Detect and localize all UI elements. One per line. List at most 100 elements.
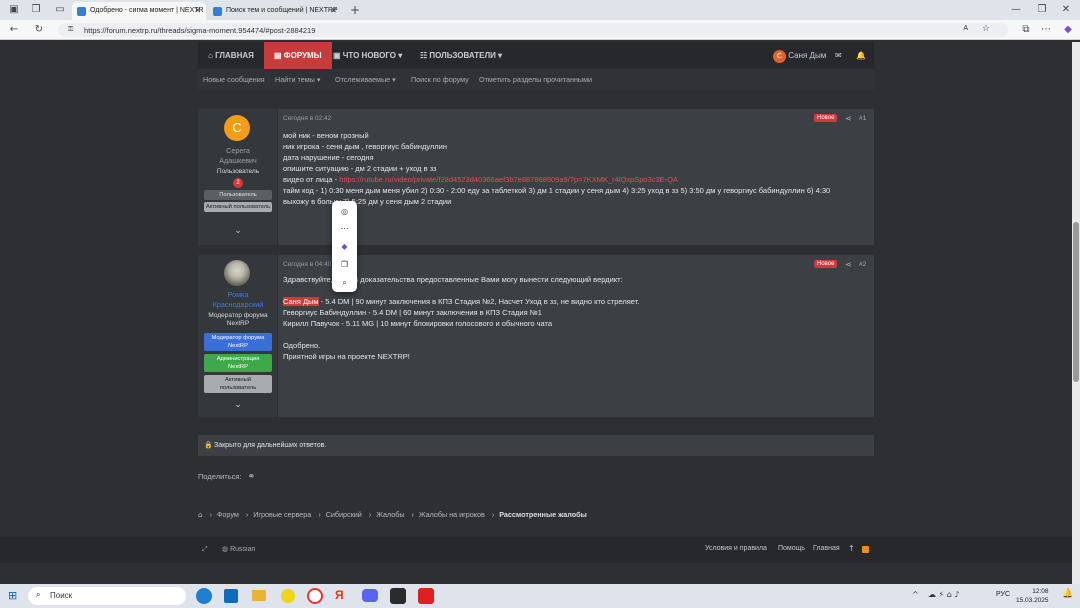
tab-actions-icon[interactable]: ▭ (54, 4, 66, 16)
game-launcher-icon[interactable] (390, 588, 406, 604)
page-scrollbar[interactable] (1072, 42, 1080, 584)
video-link[interactable]: https://rutube.ru/video/private/f28d4523… (339, 175, 678, 184)
edge-icon[interactable] (196, 588, 212, 604)
app-icon-yellow[interactable] (281, 589, 295, 603)
alerts-bell-icon[interactable]: 🔔 (856, 42, 866, 69)
yandex-icon[interactable]: Я (335, 588, 344, 602)
user-banner-active: Активный пользователь (204, 375, 272, 393)
share-link-icon[interactable]: ⚭ (248, 472, 256, 482)
read-aloud-icon[interactable]: A (963, 25, 968, 32)
post-date[interactable]: Сегодня в 02:42 (283, 115, 331, 122)
share-icon[interactable]: ⋖ (845, 114, 852, 123)
subnav-new-posts[interactable]: Новые сообщения (203, 69, 265, 91)
rss-icon[interactable] (862, 546, 869, 553)
breadcrumb-item[interactable]: Жалобы (376, 510, 404, 519)
favorite-star-icon[interactable]: ☆ (982, 24, 990, 34)
notifications-icon[interactable]: 🔔 (1062, 589, 1073, 599)
subnav-mark-read[interactable]: Отметить разделы прочитанными (479, 69, 592, 91)
site-favicon (213, 7, 222, 16)
copilot-icon[interactable]: ◆ (1062, 24, 1074, 36)
expand-userbox-chevron-icon[interactable]: ⌄ (198, 226, 278, 236)
user-badge-count[interactable]: 2 (233, 178, 243, 188)
author-name[interactable]: Серега Адашкевич (198, 146, 278, 166)
close-tab-icon[interactable]: ✕ (194, 6, 201, 15)
windows-taskbar: ⊞ ⌕ Поиск Я ^ ☁ ⚡ ⌂ ♪ РУС 12:08 15.03.20… (0, 584, 1080, 608)
back-icon[interactable]: ← (8, 24, 20, 36)
browser-menu-icon[interactable]: ⋯ (1040, 24, 1052, 36)
reload-icon[interactable]: ↻ (33, 24, 45, 36)
site-info-icon[interactable]: ⚿ (68, 25, 73, 34)
language-chooser[interactable]: ◍ Russian (222, 545, 255, 553)
clock-time: 12:08 (1032, 588, 1049, 595)
collections-icon[interactable]: ❐ (30, 4, 42, 16)
nav-users[interactable]: ☷ ПОЛЬЗОВАТЕЛИ ▾ (420, 42, 502, 69)
footer-terms-link[interactable]: Условия и правила (705, 545, 767, 552)
copy-icon[interactable]: ❐ (332, 260, 357, 269)
account-menu[interactable]: С Саня Дым (773, 42, 826, 69)
nav-whats-new[interactable]: ▣ ЧТО НОВОГО ▾ (333, 42, 402, 69)
tray-overflow-icon[interactable]: ^ (912, 590, 919, 599)
maximize-icon[interactable]: ❐ (1036, 4, 1048, 16)
post-number[interactable]: #1 (859, 115, 866, 122)
user-banner-active: Активный пользователь (204, 202, 272, 212)
yandex-browser-icon[interactable] (307, 588, 323, 604)
close-window-icon[interactable]: ✕ (1060, 4, 1072, 16)
url-field[interactable]: ⚿ https://forum.nextrp.ru/threads/sigma-… (58, 23, 1008, 37)
discord-icon[interactable] (362, 589, 378, 602)
post-number[interactable]: #2 (859, 261, 866, 268)
inbox-icon[interactable]: ✉ (835, 42, 842, 69)
post-date[interactable]: Сегодня в 04:40 (283, 261, 331, 268)
close-tab-icon[interactable]: ✕ (330, 6, 337, 15)
breadcrumb-item[interactable]: Сибирский (326, 510, 362, 519)
subnav-find-threads[interactable]: Найти темы ▾ (275, 69, 320, 91)
globe-icon: ◍ (222, 545, 229, 553)
tab-search[interactable]: Поиск тем и сообщений | NEXTRP ✕ (208, 2, 342, 20)
taskbar-search-box[interactable]: ⌕ Поиск (28, 587, 186, 605)
breadcrumb-item[interactable]: Жалобы на игроков (419, 510, 485, 519)
user-title: Пользователь (216, 168, 260, 175)
outlook-icon[interactable] (224, 589, 238, 603)
input-language[interactable]: РУС (996, 591, 1010, 598)
banner-line2: NextRP (228, 343, 248, 349)
hide-icon[interactable]: ◎ (332, 207, 357, 216)
more-options-icon[interactable]: ⋯ (332, 224, 357, 233)
banner-line1: Модератор форума (211, 335, 265, 341)
new-tab-icon[interactable]: + (349, 4, 361, 16)
expand-width-icon[interactable]: ⤢ (202, 545, 208, 554)
red-app-icon[interactable] (418, 588, 434, 604)
footer-home-link[interactable]: Главная (813, 545, 840, 552)
subnav-search-forums[interactable]: Поиск по форуму (411, 69, 469, 91)
start-windows-icon[interactable]: ⊞ (8, 589, 17, 602)
avatar[interactable]: С (224, 115, 250, 141)
expand-userbox-chevron-icon[interactable]: ⌄ (198, 400, 278, 410)
breadcrumb-item[interactable]: Игровые сервера (253, 510, 311, 519)
minimize-icon[interactable]: — (1010, 4, 1022, 16)
search-icon[interactable]: ⌕ (332, 278, 357, 288)
new-badge: Новое (814, 260, 838, 268)
tab-active[interactable]: Одобрено - сигма момент | NEXTR ✕ (72, 2, 206, 20)
tray-icons[interactable]: ☁ ⚡ ⌂ ♪ (928, 590, 959, 599)
share-icon[interactable]: ⋖ (845, 260, 852, 269)
browser-profile-icon[interactable]: ▣ (8, 4, 20, 16)
author-name[interactable]: Ромка Краснодарский (198, 290, 278, 310)
avatar[interactable] (224, 260, 250, 286)
nav-home[interactable]: ⌂ ГЛАВНАЯ (208, 42, 254, 69)
url-text: https://forum.nextrp.ru/threads/sigma-mo… (84, 26, 316, 35)
browser-tab-strip: ▣ ❐ ▭ Одобрено - сигма момент | NEXTR ✕ … (0, 0, 1080, 20)
copilot-icon[interactable]: ◆ (332, 242, 357, 251)
footer-help-link[interactable]: Помощь (778, 545, 805, 552)
clock[interactable]: 12:08 15.03.2025 (1016, 587, 1049, 605)
breadcrumb-item[interactable]: Форум (217, 510, 239, 519)
extensions-icon[interactable]: ⧉ (1020, 24, 1032, 36)
scroll-top-icon[interactable]: ↑ (848, 544, 855, 553)
account-name: Саня Дым (788, 51, 827, 60)
search-icon: ⌕ (36, 590, 41, 599)
subnav-watched[interactable]: Отслеживаемые ▾ (335, 69, 396, 91)
post-1-userbox: С Серега Адашкевич Пользователь 2 Пользо… (198, 109, 278, 245)
breadcrumb-current[interactable]: Рассмотренные жалобы (499, 510, 586, 519)
tab-title: Поиск тем и сообщений | NEXTRP (226, 7, 338, 14)
home-icon[interactable]: ⌂ (198, 510, 203, 519)
nav-forums[interactable]: ▤ ФОРУМЫ (264, 42, 332, 69)
file-explorer-icon[interactable] (252, 590, 266, 601)
scrollbar-thumb[interactable] (1073, 222, 1079, 382)
